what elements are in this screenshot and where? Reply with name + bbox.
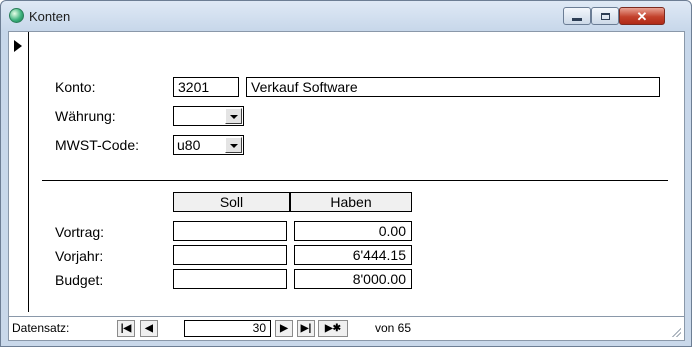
close-icon: ✕ xyxy=(636,8,648,24)
maximize-button[interactable] xyxy=(591,7,619,25)
last-record-icon: ▶| xyxy=(300,323,312,334)
budget-haben-field[interactable]: 8'000.00 xyxy=(294,269,412,289)
record-count: von 65 xyxy=(375,321,412,335)
minimize-icon xyxy=(572,17,582,21)
haben-header: Haben xyxy=(290,192,412,212)
budget-label: Budget: xyxy=(55,272,104,288)
close-button[interactable]: ✕ xyxy=(619,7,665,25)
konto-name-field[interactable]: Verkauf Software xyxy=(246,77,660,97)
first-record-button[interactable]: |◀ xyxy=(117,320,135,337)
mwst-code-dropdown-button[interactable] xyxy=(225,137,242,153)
waehrung-dropdown-button[interactable] xyxy=(225,108,242,124)
budget-soll-field[interactable] xyxy=(173,269,287,289)
mwst-code-value: u80 xyxy=(177,137,201,153)
mwst-code-label: MWST-Code: xyxy=(55,137,140,153)
vortrag-soll-field[interactable] xyxy=(173,221,287,241)
mwst-code-dropdown[interactable]: u80 xyxy=(173,135,244,155)
resize-grip-icon[interactable] xyxy=(671,327,681,337)
record-navigation-bar: Datensatz: |◀ ◀ 30 ▶ ▶| ▶✱ von 65 xyxy=(9,316,684,340)
record-label: Datensatz: xyxy=(12,321,70,335)
konten-window: Konten ✕ Konto: 3201 Verkauf Software Wä… xyxy=(0,0,692,347)
record-number-field[interactable]: 30 xyxy=(184,320,271,337)
form-body: Konto: 3201 Verkauf Software Währung: MW… xyxy=(8,31,685,341)
vortrag-label: Vortrag: xyxy=(55,224,105,240)
window-title: Konten xyxy=(29,9,71,24)
record-selector[interactable] xyxy=(9,32,29,312)
title-bar[interactable]: Konten ✕ xyxy=(1,1,691,31)
maximize-icon xyxy=(600,12,610,20)
vortrag-haben-field[interactable]: 0.00 xyxy=(294,221,412,241)
chevron-down-icon xyxy=(230,144,238,148)
konto-number-field[interactable]: 3201 xyxy=(173,77,239,97)
next-record-button[interactable]: ▶ xyxy=(275,320,293,337)
vorjahr-label: Vorjahr: xyxy=(55,248,104,264)
previous-record-button[interactable]: ◀ xyxy=(140,320,158,337)
konto-label: Konto: xyxy=(55,79,96,95)
waehrung-label: Währung: xyxy=(55,108,116,124)
last-record-button[interactable]: ▶| xyxy=(297,320,315,337)
new-record-button[interactable]: ▶✱ xyxy=(318,320,348,337)
vorjahr-haben-field[interactable]: 6'444.15 xyxy=(294,245,412,265)
waehrung-dropdown[interactable] xyxy=(173,106,244,126)
divider xyxy=(42,180,668,181)
soll-header: Soll xyxy=(173,192,290,212)
new-record-icon: ▶✱ xyxy=(324,323,342,334)
current-record-icon xyxy=(14,40,22,52)
vorjahr-soll-field[interactable] xyxy=(173,245,287,265)
app-icon xyxy=(9,8,24,23)
next-record-icon: ▶ xyxy=(280,323,288,334)
chevron-down-icon xyxy=(230,115,238,119)
previous-record-icon: ◀ xyxy=(145,323,153,334)
minimize-button[interactable] xyxy=(563,7,591,25)
first-record-icon: |◀ xyxy=(120,323,132,334)
